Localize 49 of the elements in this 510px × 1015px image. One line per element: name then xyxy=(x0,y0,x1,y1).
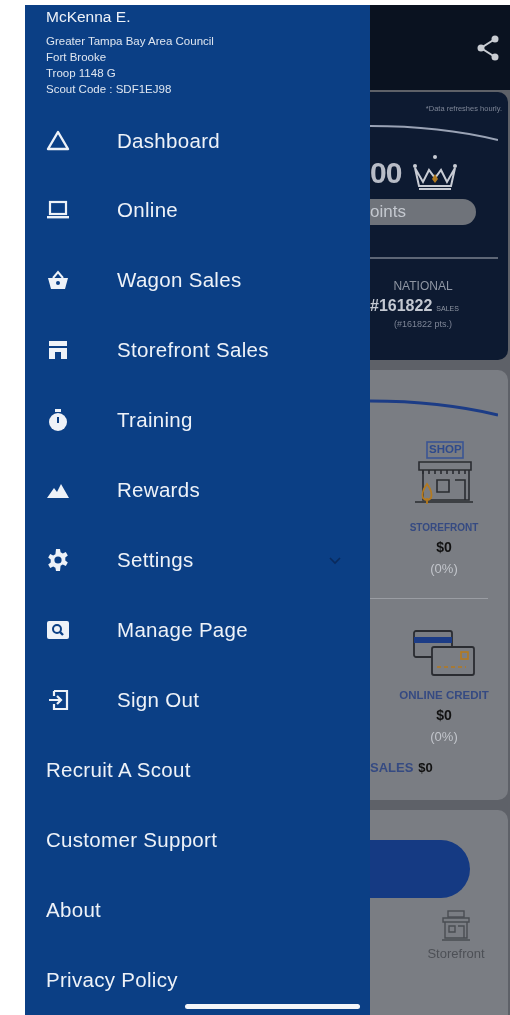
menu-item[interactable]: Training xyxy=(25,385,370,456)
total-value: $0 xyxy=(418,760,433,775)
menu-label: Dashboard xyxy=(117,128,220,153)
menu-label: Rewards xyxy=(117,478,200,503)
gear-icon xyxy=(46,548,70,573)
category-percent: (0%) xyxy=(430,729,458,744)
drawer-link[interactable]: About xyxy=(46,898,102,922)
menu-item[interactable]: Wagon Sales xyxy=(25,245,370,316)
menu-item[interactable]: Rewards xyxy=(25,455,370,526)
stopwatch-icon xyxy=(46,408,70,433)
sign-out-icon xyxy=(46,688,70,713)
menu-label: Wagon Sales xyxy=(117,268,242,293)
menu-item[interactable]: Manage Page xyxy=(25,595,370,666)
category-amount: $0 xyxy=(436,707,452,723)
user-detail: Scout Code : SDF1EJ98 xyxy=(46,82,173,97)
category-title: ONLINE CREDIT xyxy=(399,689,489,701)
share-icon xyxy=(476,34,500,61)
category-percent: (0%) xyxy=(430,561,458,576)
menu-item[interactable]: Sign Out xyxy=(25,665,370,736)
points-value: 00 xyxy=(370,156,402,190)
rank-points: (#161822 pts.) xyxy=(392,319,453,329)
menu-item[interactable]: Dashboard xyxy=(25,105,370,176)
drawer-link[interactable]: Recruit A Scout xyxy=(46,758,191,783)
points-pill: oints xyxy=(370,199,476,225)
menu-item[interactable]: Storefront Sales xyxy=(25,315,370,386)
user-detail: Greater Tampa Bay Area Council xyxy=(46,34,215,49)
menu-label: Training xyxy=(117,408,193,433)
menu-item[interactable]: Online xyxy=(25,175,370,246)
shop-sign: SHOP xyxy=(429,443,462,456)
drawer-link[interactable]: Privacy Policy xyxy=(46,967,178,992)
total-label: SALES xyxy=(370,760,414,775)
drawer-link[interactable]: Customer Support xyxy=(46,828,218,853)
pill-button[interactable] xyxy=(370,840,470,898)
menu-label: Online xyxy=(117,198,179,223)
rank-label: NATIONAL xyxy=(392,279,454,293)
triangle-icon xyxy=(46,128,70,153)
menu-label: Sign Out xyxy=(117,688,200,713)
category-amount: $0 xyxy=(436,539,452,555)
user-name: McKenna E. xyxy=(46,8,132,26)
rank-value: #161822 xyxy=(370,297,433,315)
user-detail: Troop 1148 G xyxy=(46,66,117,81)
menu-label: Manage Page xyxy=(117,618,248,643)
menu-label: Settings xyxy=(117,548,194,573)
menu-item[interactable]: Settings xyxy=(25,525,370,596)
cards-drawing xyxy=(412,629,476,677)
menu-label: Storefront Sales xyxy=(117,338,269,363)
store-icon xyxy=(441,910,471,942)
category-title: STOREFRONT xyxy=(409,522,479,533)
user-detail: Fort Brooke xyxy=(46,50,108,65)
